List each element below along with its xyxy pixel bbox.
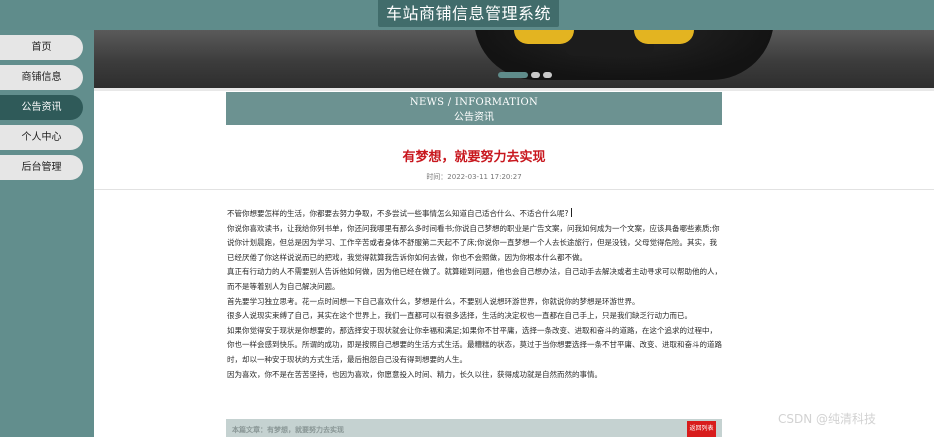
news-section-header: NEWS / INFORMATION 公告资讯 [226, 92, 722, 125]
carousel-dot-3[interactable] [543, 72, 552, 78]
article-paragraph: 因为喜欢，你不是在苦苦坚持，也因为喜欢，你愿意投入时间、精力，长久以往，获得成功… [227, 369, 602, 379]
recommend-bar: 本篇文章：有梦想，就要努力去实现 返回列表 [226, 419, 722, 437]
news-header-cn: 公告资讯 [454, 112, 494, 123]
article-title: 有梦想，就要努力去实现 [402, 150, 546, 165]
sidebar: 首页 商铺信息 公告资讯 个人中心 后台管理 [0, 30, 94, 437]
carousel-dot-1[interactable] [498, 72, 528, 78]
carousel-dot-2[interactable] [531, 72, 540, 78]
article-paragraph: 你说你喜欢读书，让我给你列书单，你还问我哪里有那么多时间看书;你说自己梦想的职业… [227, 223, 720, 262]
news-header-en: NEWS / INFORMATION [409, 97, 539, 108]
car-headlight-right [634, 30, 694, 44]
article-paragraph: 真正有行动力的人不需要别人告诉他如何做，因为他已经在做了。就算碰到问题，他也会自… [227, 267, 722, 291]
recommend-text: 本篇文章：有梦想，就要努力去实现 [232, 426, 344, 434]
watermark: CSDN @纯清科技 [778, 412, 877, 426]
car-headlight-left [514, 30, 574, 44]
banner-bottom-strip [94, 88, 934, 91]
carousel-banner[interactable] [94, 30, 934, 88]
sidebar-item-news[interactable]: 公告资讯 [0, 95, 83, 120]
sidebar-item-profile[interactable]: 个人中心 [0, 125, 83, 150]
back-to-list-button[interactable]: 返回列表 [687, 421, 716, 437]
article-content: 不管你想要怎样的生活，你都要去努力争取，不多尝试一些事情怎么知道自己适合什么、不… [227, 207, 723, 382]
article-time: 时间：2022-03-11 17:20:27 [426, 173, 522, 181]
sidebar-item-home[interactable]: 首页 [0, 35, 83, 60]
divider [94, 189, 934, 190]
article-paragraph: 很多人说现实束缚了自己，其实在这个世界上，我们一直都可以有很多选择，生活的决定权… [227, 311, 692, 321]
article-paragraph: 首先要学习独立思考。花一点时间想一下自己喜欢什么，梦想是什么，不要别人说想环游世… [227, 296, 640, 306]
article-paragraph: 如果你觉得安于现状是你想要的，那选择安于现状就会让你幸福和满足;如果你不甘平庸，… [227, 325, 722, 364]
sidebar-item-shops[interactable]: 商铺信息 [0, 65, 83, 90]
article-paragraph: 不管你想要怎样的生活，你都要去努力争取，不多尝试一些事情怎么知道自己适合什么、不… [227, 209, 569, 218]
app-title: 车站商铺信息管理系统 [378, 0, 559, 27]
top-bar: 车站商铺信息管理系统 [0, 0, 934, 30]
text-cursor-icon [571, 208, 572, 217]
sidebar-item-admin[interactable]: 后台管理 [0, 155, 83, 180]
